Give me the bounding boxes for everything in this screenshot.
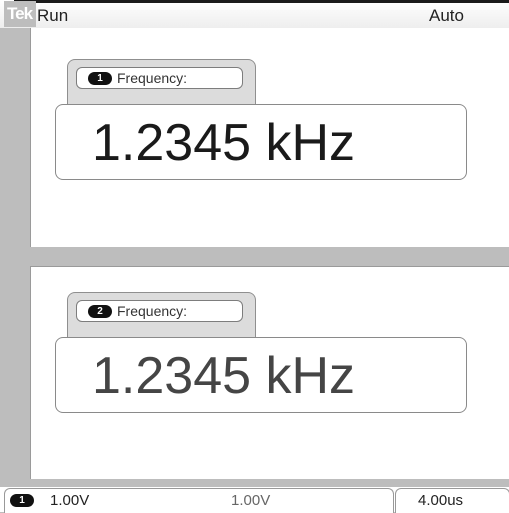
timebase-readout[interactable]: 4.00us (395, 488, 509, 513)
measurement-value-box-1: 1.2345 kHz (55, 104, 467, 180)
measurement-panel-2: 2 Frequency: 1.2345 kHz (30, 266, 509, 479)
measurement-panel-1: 1 Frequency: 1.2345 kHz (30, 28, 509, 247)
status-bar: 1 1.00V 1.00V 4.00us (0, 487, 509, 513)
measurement-tab-2[interactable]: 2 Frequency: (67, 292, 256, 341)
measurement-tab-1[interactable]: 1 Frequency: (67, 59, 256, 108)
measurement-label-box-1: 1 Frequency: (76, 67, 243, 89)
measurement-value-1: 1.2345 kHz (92, 114, 356, 172)
measurement-value-box-2: 1.2345 kHz (55, 337, 467, 413)
measurement-value-2: 1.2345 kHz (92, 347, 356, 405)
top-bar: Tek Run Auto (0, 0, 509, 28)
top-rule (14, 0, 509, 3)
channel-scale-readout[interactable]: 1 1.00V 1.00V (4, 488, 394, 513)
channel-2-badge: 2 (88, 305, 112, 318)
trigger-mode: Auto (429, 6, 464, 25)
channel-1-scale: 1.00V (50, 492, 90, 509)
channel-2-scale: 1.00V (231, 492, 271, 509)
status-channel-badge: 1 (10, 494, 34, 507)
tek-logo: Tek (4, 1, 36, 27)
measurement-label-box-2: 2 Frequency: (76, 300, 243, 322)
measurement-label-1: Frequency: (117, 70, 188, 86)
timebase-value: 4.00us (418, 492, 464, 509)
channel-1-badge: 1 (88, 72, 112, 85)
measurement-label-2: Frequency: (117, 303, 188, 319)
run-status: Run (37, 6, 69, 25)
